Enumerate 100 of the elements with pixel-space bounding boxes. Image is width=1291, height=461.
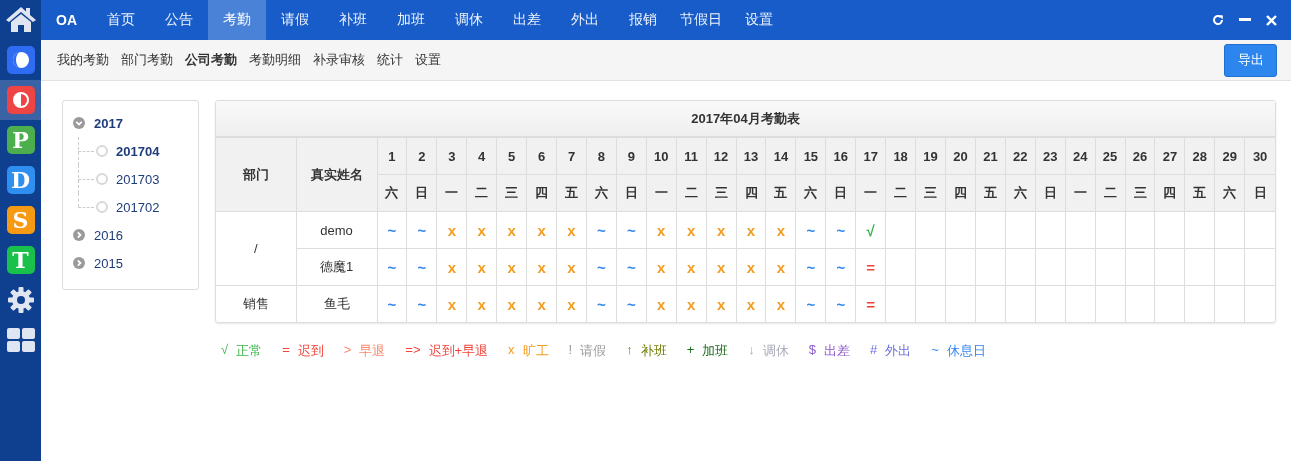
legend-label: 迟到 <box>297 342 324 360</box>
table-cell: demo <box>296 211 377 249</box>
attendance-mark: x <box>676 211 707 249</box>
column-header: 20 <box>945 137 976 175</box>
attendance-mark: x <box>466 248 497 286</box>
nav-tab[interactable]: 节假日 <box>672 0 730 40</box>
sub-nav-link[interactable]: 我的考勤 <box>57 51 109 69</box>
sub-nav-link[interactable]: 统计 <box>377 51 403 69</box>
nav-tab[interactable]: 首页 <box>92 0 150 40</box>
attendance-mark: x <box>706 248 737 286</box>
nav-tab[interactable]: 补班 <box>324 0 382 40</box>
sub-nav-link[interactable]: 部门考勤 <box>121 51 173 69</box>
attendance-mark: = <box>855 248 886 286</box>
column-header: 13 <box>736 137 766 175</box>
column-header: 25 <box>1095 137 1126 175</box>
sub-nav-link[interactable]: 设置 <box>415 51 441 69</box>
nav-tab[interactable]: 外出 <box>556 0 614 40</box>
column-header: 4 <box>466 137 497 175</box>
column-header: 24 <box>1065 137 1096 175</box>
tree-node[interactable]: 2015 <box>94 255 123 271</box>
column-header: 9 <box>616 137 647 175</box>
column-header: 部门 <box>216 137 296 212</box>
column-header: 11 <box>676 137 707 175</box>
attendance-mark: x <box>466 211 497 249</box>
attendance-mark: x <box>556 248 587 286</box>
sub-nav-link[interactable]: 公司考勤 <box>185 51 237 69</box>
tree-node[interactable]: 2017 <box>94 115 123 131</box>
minimize-icon[interactable] <box>1239 18 1251 22</box>
legend-symbol: x <box>508 342 515 359</box>
legend-symbol: √ <box>221 342 229 359</box>
tree-node[interactable]: 201702 <box>116 199 160 215</box>
nav-tab[interactable]: 请假 <box>266 0 324 40</box>
attendance-mark: ~ <box>825 211 856 249</box>
attendance-mark: x <box>766 211 796 249</box>
attendance-mark: x <box>526 211 557 249</box>
close-icon[interactable] <box>1266 14 1277 26</box>
sub-nav-link[interactable]: 考勤明细 <box>249 51 301 69</box>
column-header: 28 <box>1184 137 1215 175</box>
tree-node[interactable]: 201704 <box>116 143 160 159</box>
nav-tab[interactable]: 加班 <box>382 0 440 40</box>
app-icon[interactable] <box>6 46 35 74</box>
expand-toggle-icon[interactable] <box>73 229 85 241</box>
attendance-mark: √ <box>855 211 886 249</box>
column-header: 21 <box>975 137 1006 175</box>
settings-icon[interactable] <box>6 286 35 314</box>
column-header: 30 <box>1244 137 1275 175</box>
attendance-mark: x <box>766 248 796 286</box>
nav-tab[interactable]: 调休 <box>440 0 498 40</box>
export-button[interactable]: 导出 <box>1224 43 1277 77</box>
legend-label: 加班 <box>702 342 729 360</box>
column-header: 23 <box>1035 137 1066 175</box>
attendance-mark: x <box>436 248 467 286</box>
nav-tab[interactable]: 设置 <box>730 0 788 40</box>
column-header: 8 <box>586 137 617 175</box>
attendance-mark: ~ <box>616 248 647 286</box>
brand-logo[interactable]: OA <box>41 0 92 40</box>
column-header: 22 <box>1005 137 1036 175</box>
column-header: 6 <box>526 137 557 175</box>
legend-label: 外出 <box>885 342 912 360</box>
attendance-mark: x <box>526 248 557 286</box>
legend-label: 迟到+早退 <box>428 342 489 360</box>
column-header: 19 <box>915 137 946 175</box>
legend-symbol: > <box>343 342 352 359</box>
attendance-mark: x <box>736 248 766 286</box>
legend-symbol: ↓ <box>748 342 755 359</box>
legend-label: 旷工 <box>522 342 549 360</box>
nav-tab[interactable]: 公告 <box>150 0 208 40</box>
attendance-mark: x <box>646 248 677 286</box>
legend-label: 请假 <box>580 342 607 360</box>
attendance-mark: ~ <box>377 248 407 286</box>
nav-tab[interactable]: 考勤 <box>208 0 266 40</box>
expand-toggle-icon[interactable] <box>73 257 85 269</box>
legend-label: 休息日 <box>946 342 986 360</box>
column-header: 3 <box>436 137 467 175</box>
sub-nav-link[interactable]: 补录审核 <box>313 51 365 69</box>
app-icon[interactable]: D <box>6 166 35 194</box>
column-header: 15 <box>795 137 826 175</box>
column-header: 12 <box>706 137 737 175</box>
app-icon[interactable] <box>6 86 35 114</box>
column-header: 2 <box>406 137 437 175</box>
attendance-mark: ~ <box>406 248 437 286</box>
column-header: 27 <box>1154 137 1185 175</box>
legend-label: 正常 <box>236 342 263 360</box>
nav-tab[interactable]: 出差 <box>498 0 556 40</box>
tree-node[interactable]: 201703 <box>116 171 160 187</box>
nav-tab[interactable]: 报销 <box>614 0 672 40</box>
table-cell: 销售 <box>216 285 296 322</box>
column-header: 1 <box>377 137 407 175</box>
attendance-mark: ~ <box>586 211 617 249</box>
legend-label: 调休 <box>762 342 789 360</box>
attendance-mark: ~ <box>586 248 617 286</box>
refresh-icon[interactable] <box>1212 14 1224 26</box>
expand-toggle-icon[interactable] <box>73 117 85 129</box>
home-icon[interactable] <box>4 5 37 33</box>
tree-node[interactable]: 2016 <box>94 227 123 243</box>
column-header: 17 <box>855 137 886 175</box>
grid-icon[interactable] <box>6 328 35 352</box>
attendance-mark: x <box>436 211 467 249</box>
legend-symbol: = <box>282 342 290 359</box>
legend-label: 早退 <box>359 342 386 360</box>
